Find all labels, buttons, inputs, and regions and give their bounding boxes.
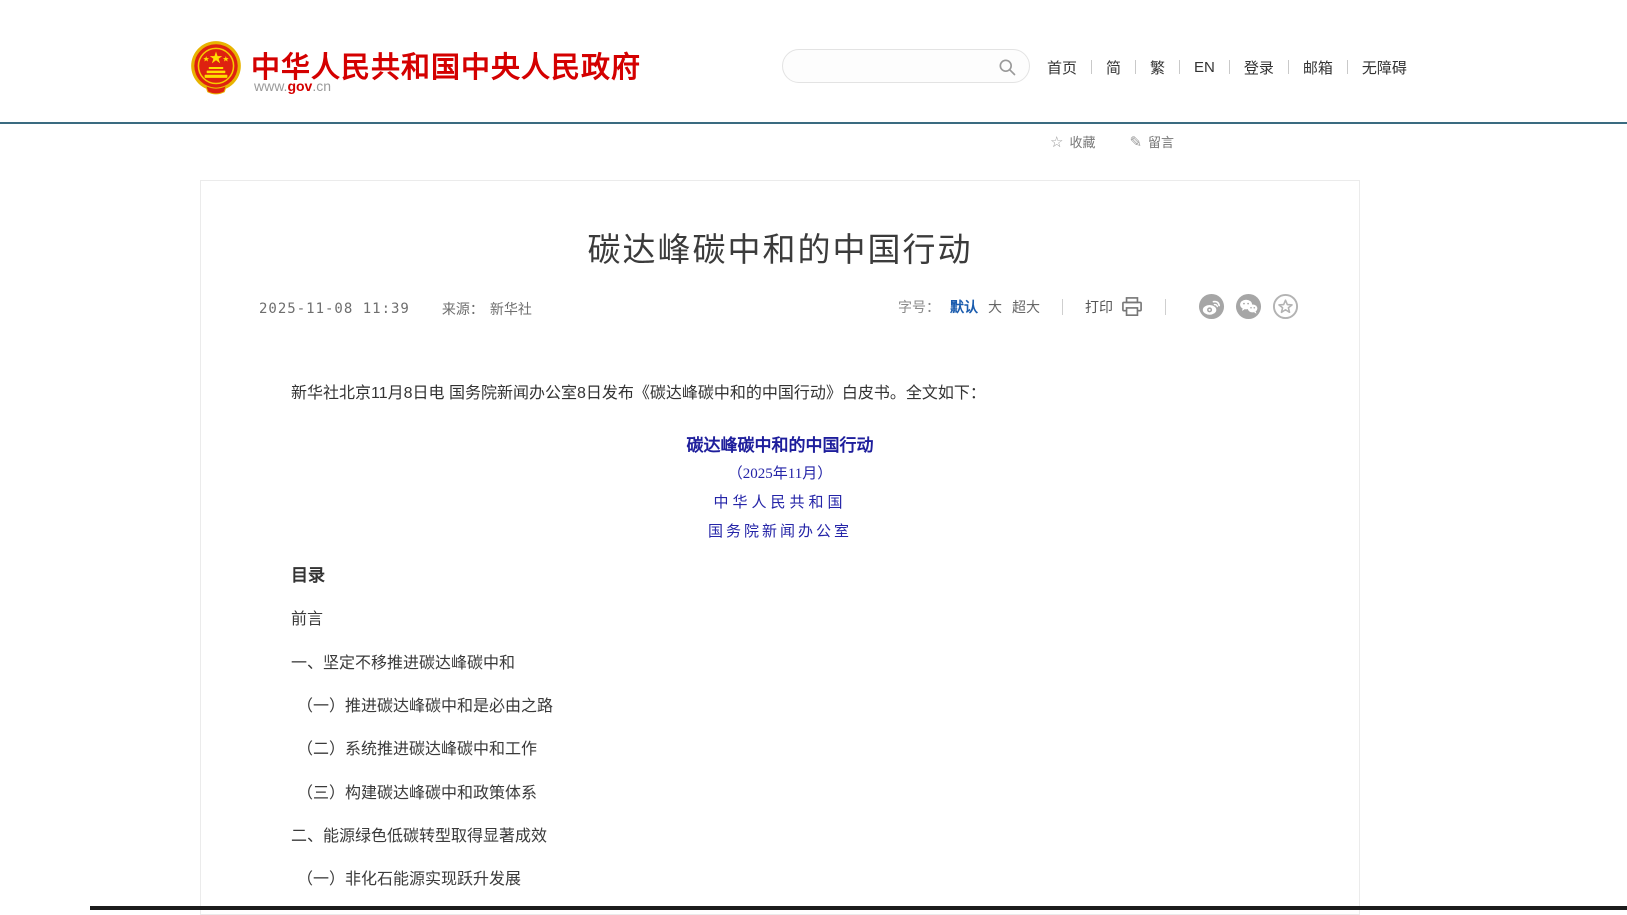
favorite-label: 收藏 xyxy=(1069,132,1095,151)
favorite-button[interactable]: ☆ 收藏 xyxy=(1050,132,1095,151)
nav-separator xyxy=(1091,60,1092,74)
toc-item-preface: 前言 xyxy=(291,605,323,629)
print-button[interactable]: 打印 xyxy=(1085,297,1143,317)
search-icon[interactable] xyxy=(997,57,1017,77)
nav-accessibility[interactable]: 无障碍 xyxy=(1360,57,1409,78)
toc-item-section1-2: （二）系统推进碳达峰碳中和工作 xyxy=(297,735,537,759)
site-url-suffix: .cn xyxy=(312,78,331,94)
search-input[interactable] xyxy=(799,52,989,80)
site-header: 中华人民共和国中央人民政府 www.gov.cn 首页 简 繁 EN 登录 邮箱… xyxy=(0,0,1627,124)
weibo-icon[interactable] xyxy=(1198,293,1225,320)
whitepaper-date: （2025年11月） xyxy=(259,462,1301,483)
font-size-label: 字号： xyxy=(898,297,940,317)
star-icon: ☆ xyxy=(1050,133,1063,151)
article-toolbar: 字号： 默认 大 超大 打印 xyxy=(898,293,1299,320)
national-emblem-icon xyxy=(190,38,242,98)
window-edge-line xyxy=(90,906,1627,910)
top-nav: 首页 简 繁 EN 登录 邮箱 无障碍 xyxy=(1045,55,1409,79)
toc-item-section2: 二、能源绿色低碳转型取得显著成效 xyxy=(291,822,547,846)
star-share-icon[interactable] xyxy=(1272,293,1299,320)
toolbar-separator xyxy=(1062,299,1063,315)
nav-simplified[interactable]: 简 xyxy=(1104,57,1123,78)
toc-item-section2-1: （一）非化石能源实现跃升发展 xyxy=(297,865,521,889)
publish-time: 2025-11-08 11:39 xyxy=(259,301,410,317)
nav-separator xyxy=(1288,60,1289,74)
site-url-gov: gov xyxy=(287,78,312,94)
comment-button[interactable]: ✎ 留言 xyxy=(1129,132,1174,151)
nav-mail[interactable]: 邮箱 xyxy=(1301,57,1335,78)
nav-english[interactable]: EN xyxy=(1192,59,1217,76)
whitepaper-org-line1: 中华人民共和国 xyxy=(259,491,1301,512)
nav-login[interactable]: 登录 xyxy=(1242,57,1276,78)
print-label: 打印 xyxy=(1085,297,1113,317)
page-action-row: ☆ 收藏 ✎ 留言 xyxy=(1050,132,1174,151)
nav-separator xyxy=(1229,60,1230,74)
site-url-prefix: www. xyxy=(254,78,287,94)
pencil-icon: ✎ xyxy=(1129,133,1142,151)
whitepaper-org-line2: 国务院新闻办公室 xyxy=(259,520,1301,541)
printer-icon xyxy=(1121,297,1143,317)
font-size-large[interactable]: 大 xyxy=(988,297,1002,317)
site-url: www.gov.cn xyxy=(254,78,331,94)
nav-traditional[interactable]: 繁 xyxy=(1148,57,1167,78)
article-card: 碳达峰碳中和的中国行动 2025-11-08 11:39 来源： 新华社 字号：… xyxy=(200,180,1360,915)
article-intro-paragraph: 新华社北京11月8日电 国务院新闻办公室8日发布《碳达峰碳中和的中国行动》白皮书… xyxy=(259,381,1301,407)
source-value[interactable]: 新华社 xyxy=(490,299,532,319)
source-label: 来源： xyxy=(442,299,484,319)
nav-separator xyxy=(1135,60,1136,74)
nav-separator xyxy=(1347,60,1348,74)
wechat-icon[interactable] xyxy=(1235,293,1262,320)
search-box[interactable] xyxy=(782,49,1030,83)
toolbar-separator xyxy=(1165,299,1166,315)
toc-item-section1-3: （三）构建碳达峰碳中和政策体系 xyxy=(297,779,537,803)
font-size-xlarge[interactable]: 超大 xyxy=(1012,297,1040,317)
article-title: 碳达峰碳中和的中国行动 xyxy=(201,223,1359,271)
toc-item-section1-1: （一）推进碳达峰碳中和是必由之路 xyxy=(297,692,553,716)
whitepaper-title: 碳达峰碳中和的中国行动 xyxy=(259,431,1301,456)
font-size-default[interactable]: 默认 xyxy=(950,297,978,317)
toc-heading: 目录 xyxy=(291,561,325,586)
nav-home[interactable]: 首页 xyxy=(1045,57,1079,78)
nav-separator xyxy=(1179,60,1180,74)
toc-item-section1: 一、坚定不移推进碳达峰碳中和 xyxy=(291,649,515,673)
article-meta: 2025-11-08 11:39 来源： 新华社 xyxy=(259,299,532,319)
comment-label: 留言 xyxy=(1148,132,1174,151)
